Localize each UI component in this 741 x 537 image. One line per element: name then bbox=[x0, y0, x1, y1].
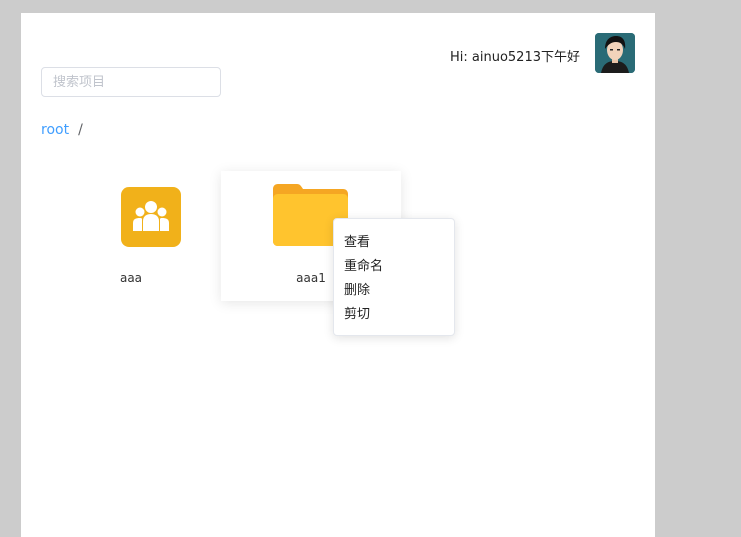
breadcrumb: root / bbox=[41, 122, 83, 138]
greeting-text: Hi: ainuo5213下午好 bbox=[450, 50, 580, 65]
breadcrumb-root-link[interactable]: root bbox=[41, 122, 69, 138]
user-avatar-icon[interactable] bbox=[595, 33, 635, 73]
context-menu-delete[interactable]: 删除 bbox=[334, 279, 454, 303]
breadcrumb-separator: / bbox=[78, 122, 83, 138]
context-menu-rename[interactable]: 重命名 bbox=[334, 255, 454, 279]
context-menu-view[interactable]: 查看 bbox=[334, 231, 454, 255]
item-name: aaa bbox=[119, 271, 143, 285]
item-tile-aaa[interactable]: aaa bbox=[41, 171, 221, 301]
search-input[interactable] bbox=[41, 67, 221, 97]
context-menu-cut[interactable]: 剪切 bbox=[334, 303, 454, 327]
context-menu: 查看 重命名 删除 剪切 bbox=[333, 218, 455, 336]
group-icon bbox=[121, 187, 181, 247]
